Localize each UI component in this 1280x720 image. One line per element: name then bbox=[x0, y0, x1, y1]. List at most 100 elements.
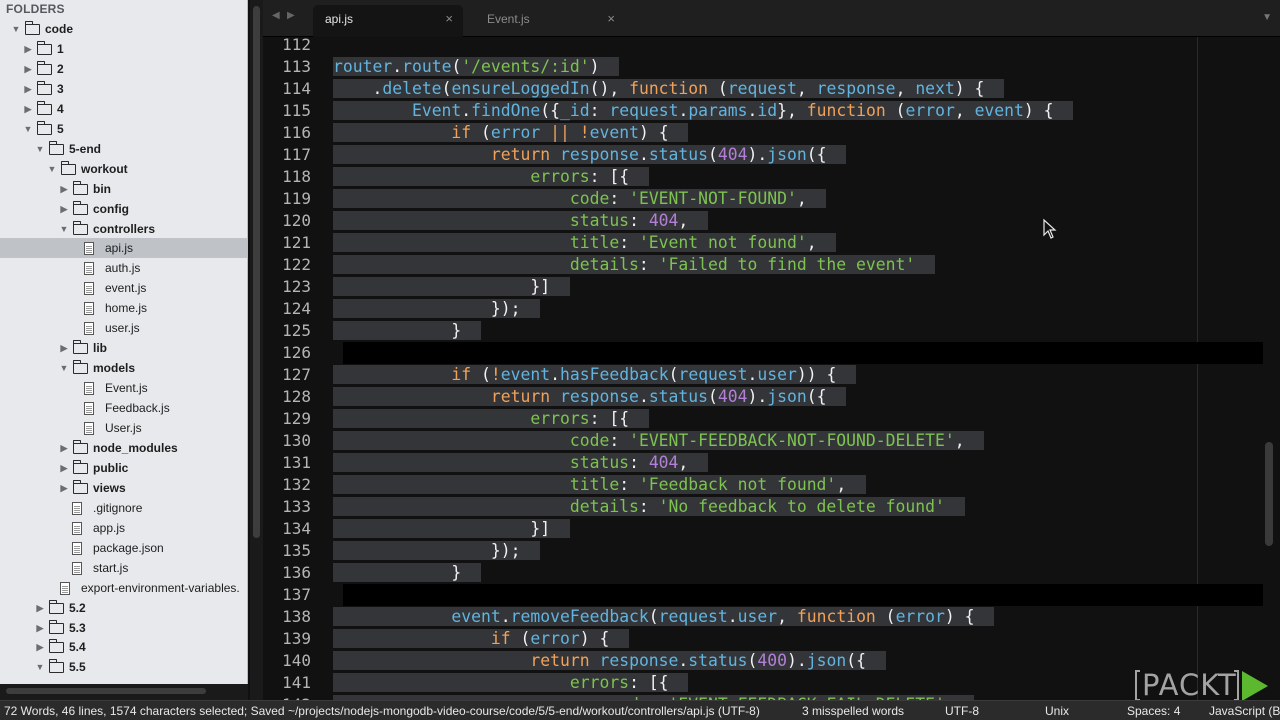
disclosure-expanded-icon[interactable]: ▼ bbox=[58, 358, 70, 378]
disclosure-collapsed-icon[interactable]: ▶ bbox=[58, 179, 70, 199]
disclosure-expanded-icon[interactable]: ▼ bbox=[34, 139, 46, 159]
close-icon[interactable]: × bbox=[607, 5, 615, 33]
file-item[interactable]: user.js bbox=[0, 318, 247, 338]
folder-item[interactable]: ▼ models bbox=[0, 358, 247, 378]
folder-item[interactable]: ▶ bin bbox=[0, 179, 247, 199]
code-line: return response.status(404).json({ bbox=[333, 386, 847, 408]
disclosure-collapsed-icon[interactable]: ▶ bbox=[58, 199, 70, 219]
file-item[interactable]: app.js bbox=[0, 518, 247, 538]
disclosure-collapsed-icon[interactable]: ▶ bbox=[22, 99, 34, 119]
disclosure-expanded-icon[interactable]: ▼ bbox=[22, 119, 34, 139]
folder-item[interactable]: ▶ 5.4 bbox=[0, 637, 247, 657]
folder-item[interactable]: ▶ config bbox=[0, 199, 247, 219]
tab-event-js[interactable]: Event.js × bbox=[475, 5, 625, 37]
tree-item-label: auth.js bbox=[105, 261, 141, 276]
disclosure-collapsed-icon[interactable]: ▶ bbox=[58, 338, 70, 358]
code-token: event bbox=[974, 101, 1024, 120]
folder-item[interactable]: ▶ 2 bbox=[0, 59, 247, 79]
encoding-status[interactable]: UTF-8 bbox=[945, 701, 979, 720]
folder-item[interactable]: ▼ workout bbox=[0, 159, 247, 179]
disclosure-collapsed-icon[interactable]: ▶ bbox=[34, 618, 46, 638]
code-token: details bbox=[569, 497, 639, 516]
folder-item[interactable]: ▶ 5.3 bbox=[0, 618, 247, 638]
file-item[interactable]: api.js bbox=[0, 238, 247, 259]
file-item[interactable]: export-environment-variables. bbox=[0, 578, 247, 598]
folder-item[interactable]: ▶ node_modules bbox=[0, 438, 247, 458]
folder-item[interactable]: ▶ public bbox=[0, 458, 247, 478]
folder-open-icon bbox=[72, 360, 88, 375]
file-item[interactable]: Event.js bbox=[0, 378, 247, 398]
tab-menu-chevron-icon[interactable]: ▼ bbox=[1262, 12, 1272, 23]
disclosure-collapsed-icon[interactable]: ▶ bbox=[22, 79, 34, 99]
file-icon bbox=[72, 501, 82, 515]
disclosure-expanded-icon[interactable]: ▼ bbox=[10, 19, 22, 39]
code-token: , bbox=[796, 79, 817, 98]
line-endings-status[interactable]: Unix bbox=[1045, 701, 1069, 720]
code-token: json bbox=[806, 651, 847, 670]
code-token: response bbox=[559, 387, 639, 406]
folder-item[interactable]: ▼ 5-end bbox=[0, 139, 247, 159]
folder-item[interactable]: ▶ 1 bbox=[0, 39, 247, 59]
indentation-status[interactable]: Spaces: 4 bbox=[1127, 701, 1180, 720]
line-number: 138 bbox=[282, 607, 311, 626]
line-number: 134 bbox=[282, 519, 311, 538]
disclosure-collapsed-icon[interactable]: ▶ bbox=[58, 478, 70, 498]
code-token: json bbox=[767, 387, 807, 406]
folder-item[interactable]: ▶ 4 bbox=[0, 99, 247, 119]
folder-item[interactable]: ▼ 5.5 bbox=[0, 657, 247, 677]
file-item[interactable]: User.js bbox=[0, 418, 247, 438]
file-item[interactable]: .gitignore bbox=[0, 498, 247, 518]
code-token: . bbox=[638, 145, 649, 164]
disclosure-collapsed-icon[interactable]: ▶ bbox=[58, 438, 70, 458]
folder-item[interactable]: ▶ lib bbox=[0, 338, 247, 358]
sidebar-horizontal-scroll-thumb[interactable] bbox=[6, 688, 206, 694]
line-number: 128 bbox=[282, 387, 311, 406]
forward-arrow-icon[interactable]: ▶ bbox=[287, 10, 295, 21]
disclosure-collapsed-icon[interactable]: ▶ bbox=[34, 598, 46, 618]
disclosure-expanded-icon[interactable]: ▼ bbox=[58, 219, 70, 239]
folder-item[interactable]: ▼ controllers bbox=[0, 219, 247, 239]
close-icon[interactable]: × bbox=[445, 5, 453, 33]
sidebar-scrollbar[interactable] bbox=[250, 0, 263, 700]
file-item[interactable]: home.js bbox=[0, 298, 247, 318]
spellcheck-status[interactable]: 3 misspelled words bbox=[802, 701, 904, 720]
syntax-status[interactable]: JavaScript (B... bbox=[1209, 701, 1280, 720]
code-line: } bbox=[333, 320, 482, 342]
file-item[interactable]: Feedback.js bbox=[0, 398, 247, 418]
folder-item[interactable]: ▶ 3 bbox=[0, 79, 247, 99]
folder-item[interactable]: ▶ 5.2 bbox=[0, 598, 247, 618]
code-token: 'EVENT-NOT-FOUND' bbox=[629, 189, 797, 208]
disclosure-collapsed-icon[interactable]: ▶ bbox=[22, 39, 34, 59]
code-token: findOne bbox=[471, 101, 541, 120]
tree-item-label: code bbox=[45, 22, 74, 36]
code-token: ). bbox=[747, 387, 768, 406]
folder-item[interactable]: ▶ views bbox=[0, 478, 247, 498]
code-token: user bbox=[737, 607, 778, 626]
file-item[interactable]: event.js bbox=[0, 278, 247, 298]
tree-item-label: lib bbox=[93, 341, 107, 356]
editor-scroll-thumb[interactable] bbox=[1265, 442, 1273, 546]
disclosure-expanded-icon[interactable]: ▼ bbox=[34, 657, 46, 677]
sidebar-horizontal-scrollbar[interactable] bbox=[0, 684, 248, 700]
folder-open-icon bbox=[72, 220, 88, 235]
line-number: 126 bbox=[282, 343, 311, 362]
disclosure-expanded-icon[interactable]: ▼ bbox=[46, 159, 58, 179]
code-editor[interactable]: 112 113 114 115 116 117 118 119 120 121 122 123 124 1… bbox=[263, 37, 1280, 700]
tab-api-js[interactable]: api.js × bbox=[313, 5, 463, 37]
folder-item[interactable]: ▼ code bbox=[0, 19, 247, 39]
sidebar-scroll-thumb[interactable] bbox=[253, 6, 260, 538]
disclosure-collapsed-icon[interactable]: ▶ bbox=[58, 458, 70, 478]
file-item[interactable]: start.js bbox=[0, 558, 247, 578]
file-icon bbox=[84, 302, 94, 316]
disclosure-collapsed-icon[interactable]: ▶ bbox=[22, 59, 34, 79]
disclosure-collapsed-icon[interactable]: ▶ bbox=[34, 637, 46, 657]
file-item[interactable]: auth.js bbox=[0, 258, 247, 278]
back-arrow-icon[interactable]: ◀ bbox=[272, 10, 280, 21]
file-item[interactable]: package.json bbox=[0, 538, 247, 558]
folder-item[interactable]: ▼ 5 bbox=[0, 119, 247, 139]
folder-icon bbox=[72, 459, 88, 474]
file-icon bbox=[84, 282, 94, 296]
